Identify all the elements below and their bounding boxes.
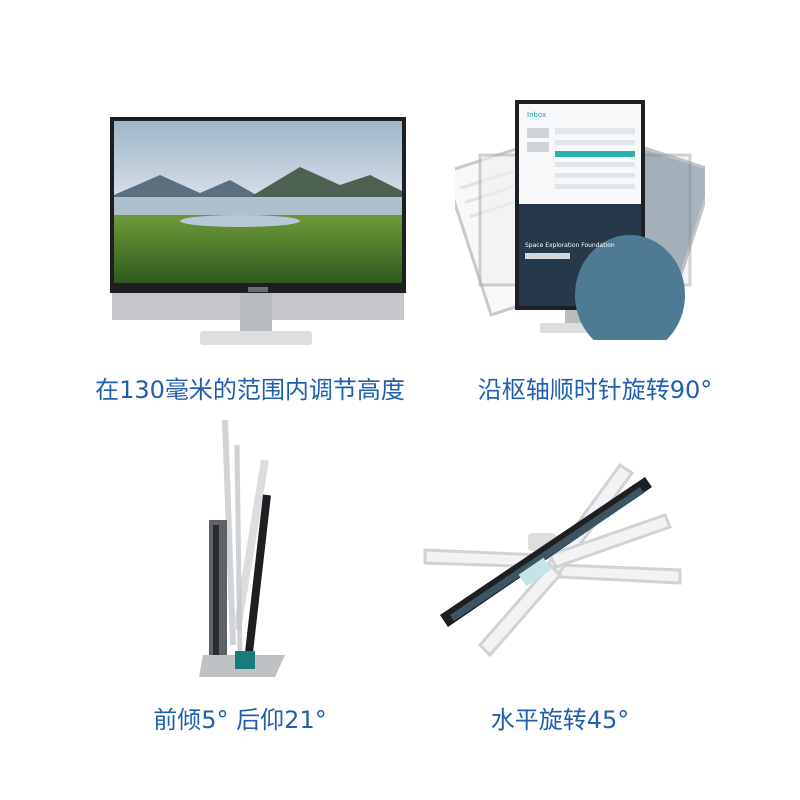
inbox-title-text: Inbox bbox=[527, 111, 546, 119]
pivot-caption: 沿枢轴顺时针旋转90° bbox=[477, 376, 713, 404]
dell-logo-icon bbox=[248, 287, 268, 292]
swivel-caption: 水平旋转45° bbox=[490, 706, 630, 734]
tilt-caption: 前倾5° 后仰21° bbox=[153, 706, 327, 734]
monitor-front-image bbox=[110, 117, 406, 345]
monitor-swivel-image bbox=[423, 462, 682, 658]
stand-base bbox=[200, 331, 312, 345]
height-adjust-illustration bbox=[100, 105, 415, 355]
pivot-illustration: Inbox Space Exploration Foundation bbox=[455, 95, 705, 340]
height-adjust-caption: 在130毫米的范围内调节高度 bbox=[95, 376, 405, 404]
banner-text: Space Exploration Foundation bbox=[525, 242, 615, 249]
monitor-pivot-image: Inbox Space Exploration Foundation bbox=[455, 100, 705, 340]
swivel-illustration bbox=[420, 445, 685, 665]
tilt-illustration bbox=[195, 415, 295, 685]
monitor-tilt-image bbox=[199, 419, 285, 677]
